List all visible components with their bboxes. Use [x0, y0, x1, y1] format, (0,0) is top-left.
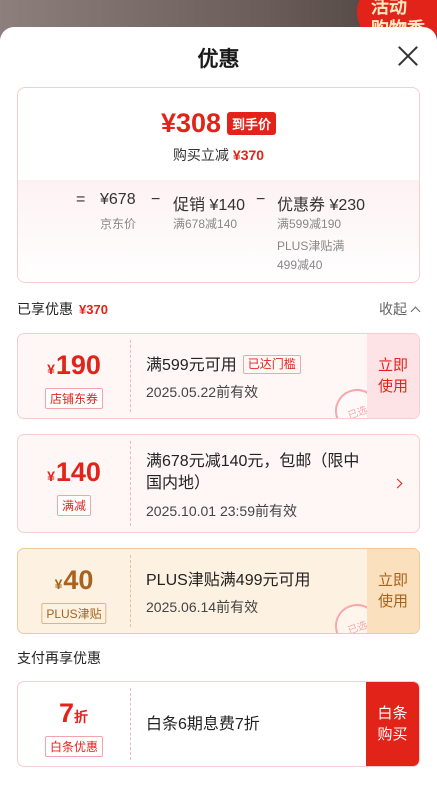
baitiao-buy-button[interactable]: 白条 购买	[366, 682, 419, 766]
pay-offers-heading: 支付再享优惠	[17, 650, 101, 666]
coupon-validity: 2025.05.22前有效	[146, 384, 259, 400]
base-price: ¥678	[100, 191, 136, 208]
coupon-card[interactable]: ¥140 满减 满678元减140元，包邮（限中 国内地） 2025.10.01 …	[17, 434, 420, 533]
chevron-right-icon[interactable]	[392, 478, 403, 489]
enjoyed-offers-heading: 已享优惠 ¥370	[17, 301, 108, 317]
coupon-detail: 499减40	[277, 258, 323, 272]
promo-detail: 满678减140	[173, 217, 238, 231]
discount-amount: 7折	[58, 698, 89, 728]
coupon-condition: 满678元减140元，包邮（限中 国内地）	[146, 453, 360, 492]
coupon-condition: 满599元可用 已达门槛	[146, 355, 301, 377]
enjoyed-amount: ¥370	[79, 302, 108, 317]
chevron-up-icon	[410, 306, 421, 317]
coupon-amount: ¥40	[54, 565, 94, 595]
collapse-button[interactable]: 收起	[379, 299, 421, 319]
coupon-validity: 2025.10.01 23:59前有效	[146, 503, 297, 519]
threshold-reached-tag: 已达门槛	[242, 355, 301, 374]
final-price: ¥308	[160, 108, 222, 138]
coupon-type-label: PLUS津贴	[41, 603, 107, 624]
use-now-button[interactable]: 立即 使用	[367, 334, 419, 418]
final-price-row: ¥308 到手价	[18, 108, 419, 139]
discount-description: 白条6期息费7折	[146, 716, 260, 733]
promo-title: 促销 ¥140	[173, 197, 246, 214]
reduce-amount: ¥370	[232, 147, 265, 163]
use-now-button[interactable]: 立即 使用	[367, 549, 419, 633]
final-price-tag: 到手价	[227, 112, 277, 135]
coupon-type-label: 满减	[56, 495, 92, 516]
reduce-row: 购买立减 ¥370	[18, 145, 419, 165]
minus-sign: −	[151, 191, 161, 208]
coupon-validity: 2025.06.14前有效	[146, 599, 259, 615]
price-summary-card: ¥308 到手价 购买立减 ¥370 = ¥678 京东价 − 促销 ¥140 满6…	[17, 87, 420, 283]
coupon-detail: 满599减190	[277, 217, 342, 231]
minus-sign: −	[256, 191, 266, 208]
reduce-label: 购买立减	[172, 147, 229, 163]
coupon-condition: PLUS津贴满499元可用	[146, 572, 311, 589]
coupon-detail: PLUS津贴满	[277, 239, 345, 253]
coupon-title: 优惠券 ¥230	[277, 197, 366, 214]
base-price-label: 京东价	[100, 217, 137, 231]
sheet-title: 优惠	[197, 48, 240, 71]
coupon-type-label: 店铺东券	[44, 388, 104, 409]
discount-type-label: 白条优惠	[44, 736, 104, 757]
pay-discount-card[interactable]: 7折 白条优惠 白条6期息费7折 白条 购买	[17, 681, 420, 767]
coupon-amount: ¥190	[47, 350, 101, 380]
coupon-card[interactable]: ¥40 PLUS津贴 PLUS津贴满499元可用 2025.06.14前有效 已…	[17, 548, 420, 634]
coupon-card[interactable]: ¥190 店铺东券 满599元可用 已达门槛 2025.05.22前有效 已选 立…	[17, 333, 420, 419]
coupon-amount: ¥140	[47, 457, 101, 487]
offers-sheet: 优惠 ¥308 到手价 购买立减 ¥370 = ¥678 京东价 − 促销 ¥140…	[0, 27, 437, 788]
equals-sign: =	[76, 191, 86, 208]
close-icon[interactable]	[397, 45, 419, 67]
